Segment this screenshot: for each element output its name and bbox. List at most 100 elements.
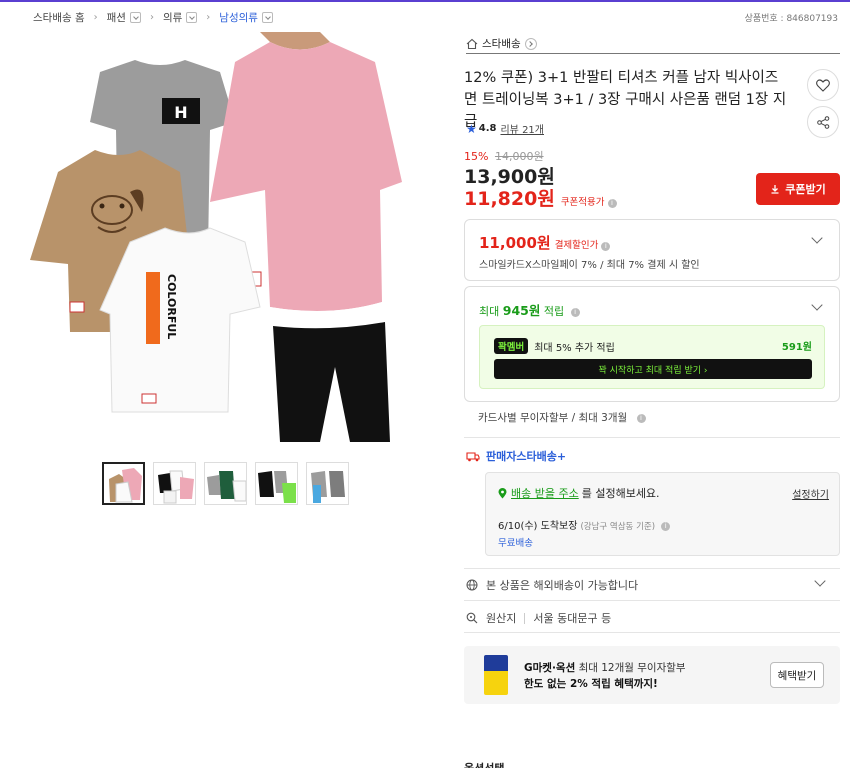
overseas-row[interactable]: 본 상품은 해외배송이 가능합니다 [466,575,840,593]
points-box[interactable]: 최대 945원 적립 i 꽉멤버 최대 5% 추가 적립 591원 꽉 시작하고… [464,286,840,402]
payment-discount-amount: 11,000원 [479,234,551,252]
card-benefit-banner: G마켓·옥션 최대 12개월 무이자할부 한도 없는 2% 적립 혜택까지! 혜… [464,646,840,704]
info-icon[interactable]: i [661,521,671,531]
share-icon [816,115,829,129]
rating: ★ 4.8 리뷰 21개 [466,121,544,137]
tag-letter: H [174,103,187,122]
membership-points: 591원 [781,342,812,353]
info-icon[interactable]: i [607,199,617,208]
product-illustration: H COLORFUL [30,32,402,442]
installment-text: 카드사별 무이자할부 / 최대 3개월 [478,412,628,424]
breadcrumb-mens-label[interactable]: 남성의류 [219,10,258,25]
benefit-button[interactable]: 혜택받기 [770,662,824,688]
thumbnail-4[interactable] [255,462,298,505]
points-amount: 945원 [502,303,541,318]
benefit-line-1: G마켓·옥션 최대 12개월 무이자할부 [524,660,686,675]
address-row: 배송 받을 주소 를 설정해보세요. [498,485,660,501]
breadcrumb-home-label[interactable]: 스타배송 홈 [33,10,85,25]
chevron-down-icon[interactable] [811,299,823,311]
home-icon [466,38,478,49]
thumbnail-image [104,464,143,503]
favorite-button[interactable] [807,69,839,101]
benefit-brand: G마켓·옥션 [524,662,576,674]
membership-badge: 꽉멤버 [494,338,529,354]
breadcrumb-fashion-label[interactable]: 패션 [107,10,126,25]
breadcrumb-separator: › [93,12,98,23]
benefit-line-2: 한도 없는 2% 적립 혜택까지! [524,678,658,690]
thumbnail-2[interactable] [153,462,196,505]
points-prefix: 최대 [479,305,503,318]
breadcrumb-clothing[interactable]: 의류 [163,10,198,25]
info-icon[interactable]: i [601,242,611,251]
rating-score: 4.8 [478,123,497,134]
breadcrumb-mens[interactable]: 남성의류 [219,10,273,25]
thumbnail-strip [102,462,349,505]
installment-row: 카드사별 무이자할부 / 최대 3개월 i [478,410,646,425]
vertical-text: COLORFUL [165,274,178,339]
delivery-header: 판매자스타배송+ [466,448,566,464]
thumbnail-3[interactable] [204,462,247,505]
address-link[interactable]: 배송 받을 주소 [511,485,579,501]
chevron-down-icon[interactable] [261,12,273,23]
divider [464,632,840,633]
breadcrumb-clothing-label[interactable]: 의류 [163,10,182,25]
membership-button[interactable]: 꽉 시작하고 최대 적립 받기 › [494,359,812,379]
chevron-down-icon[interactable] [811,232,823,244]
store-link[interactable]: 스타배송 [466,34,840,54]
membership-row: 꽉멤버 최대 5% 추가 적립 [494,338,615,354]
payment-discount-label: 결제할인가 [554,240,599,251]
product-number: 상품번호 : 846807193 [744,14,838,24]
divider [464,437,840,438]
breadcrumb-separator: › [206,12,211,23]
breadcrumb-separator: › [149,12,154,23]
review-link[interactable]: 리뷰 21개 [500,121,544,136]
thumbnail-1[interactable] [102,462,145,505]
top-accent-line [0,0,850,2]
chevron-down-icon[interactable] [814,575,826,587]
points-row: 최대 945원 적립 i [479,300,580,319]
chevron-down-icon[interactable] [129,12,141,23]
pin-icon [498,487,507,498]
setup-link[interactable]: 설정하기 [792,486,829,501]
free-shipping: 무료배송 [498,538,533,549]
divider [464,600,840,601]
main-product-image[interactable]: H COLORFUL [30,32,430,442]
payment-discount-amount-row: 11,000원 결제할인가 i [479,232,611,253]
thumbnail-image [307,463,348,504]
info-icon[interactable]: i [636,413,646,423]
address-box: 배송 받을 주소 를 설정해보세요. 설정하기 6/10(수) 도착보장 (강남구… [485,472,840,556]
truck-icon [466,451,480,461]
coupon-button-label[interactable]: 쿠폰받기 [785,181,825,197]
membership-box: 꽉멤버 최대 5% 추가 적립 591원 꽉 시작하고 최대 적립 받기 › [479,325,825,389]
store-name[interactable]: 스타배송 [482,36,521,51]
payment-discount-box[interactable]: 11,000원 결제할인가 i 스마일카드X스마일페이 7% / 최대 7% 결… [464,219,840,281]
delivery-header-label: 판매자스타배송+ [486,450,567,463]
chevron-down-icon[interactable] [186,12,198,23]
globe-icon [466,579,478,591]
chevron-right-icon [524,37,537,50]
search-icon [466,612,478,624]
payment-discount-detail: 스마일카드X스마일페이 7% / 최대 7% 결제 시 할인 [479,260,700,271]
arrival-date: 6/10(수) 도착보장 [498,521,578,532]
thumbnail-image [154,463,195,504]
origin-row: 원산지 서울 동대문구 등 [466,610,611,626]
divider [524,612,526,624]
heart-icon [816,78,830,92]
download-icon [771,185,779,194]
thumbnail-5[interactable] [306,462,349,505]
coupon-price: 11,820원 [464,188,555,210]
benefit-line-1-text: 최대 12개월 무이자할부 [575,662,686,674]
card-icon [484,655,508,695]
options-title: 옵션선택 [464,760,504,768]
origin-label: 원산지 [486,612,517,625]
star-icon: ★ [466,121,477,136]
breadcrumb-home[interactable]: 스타배송 홈 [33,10,85,25]
membership-text: 최대 5% 추가 적립 [534,342,615,354]
breadcrumb: 스타배송 홈 › 패션 › 의류 › 남성의류 [33,10,273,25]
breadcrumb-fashion[interactable]: 패션 [107,10,141,25]
share-button[interactable] [807,106,839,138]
arrival-row: 6/10(수) 도착보장 (강남구 역삼동 기준) i [498,517,671,532]
coupon-button[interactable]: 쿠폰받기 [756,173,840,205]
info-icon[interactable]: i [570,307,580,317]
overseas-text: 본 상품은 해외배송이 가능합니다 [486,579,639,592]
